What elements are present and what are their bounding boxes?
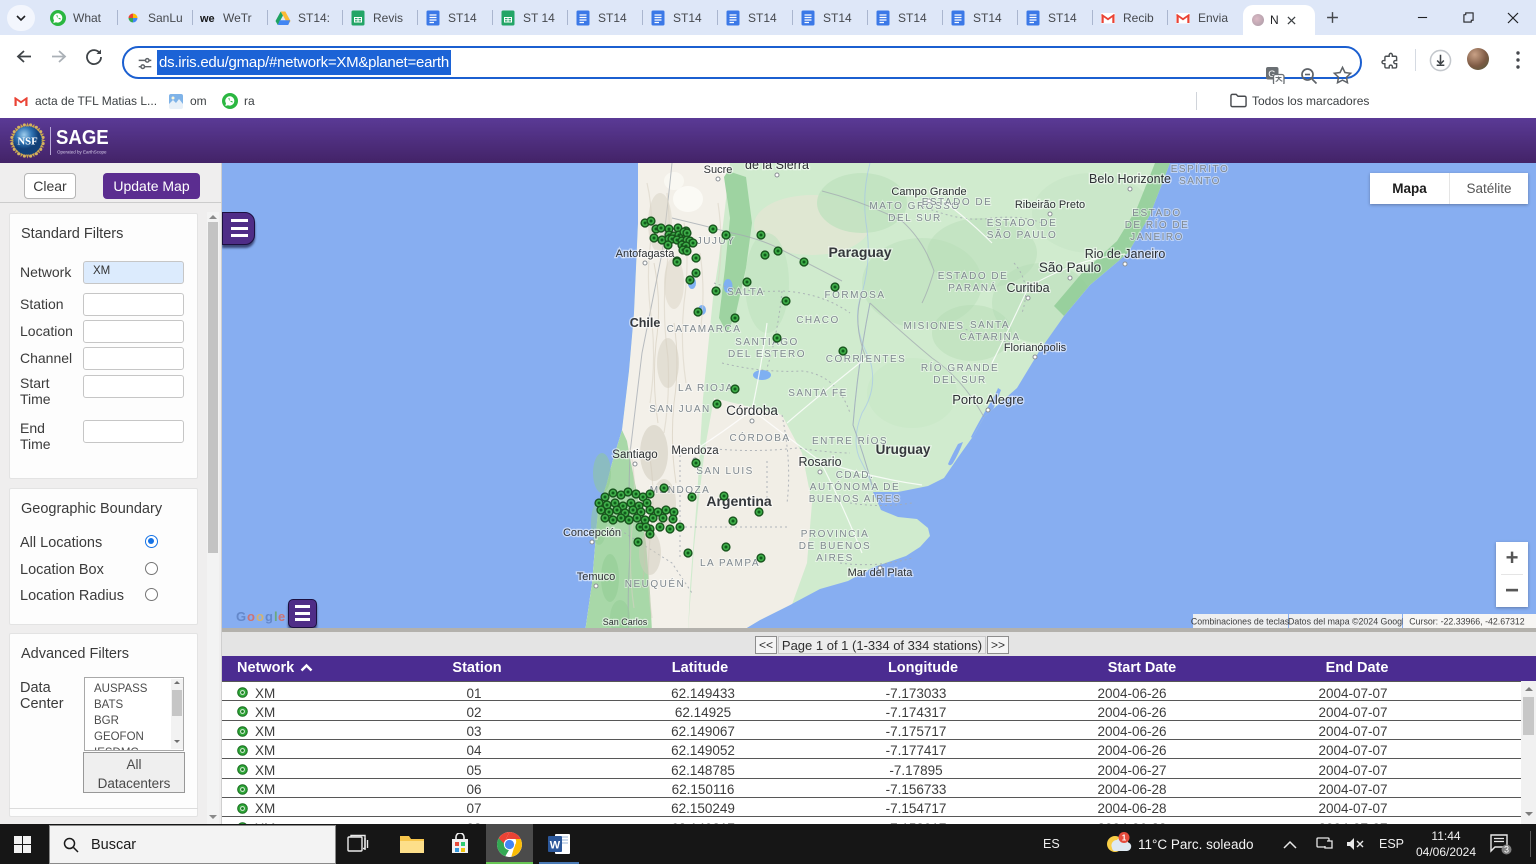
svg-text:o: o xyxy=(247,609,255,624)
svg-text:MENDOZA: MENDOZA xyxy=(650,485,711,496)
svg-text:LA PAMPA: LA PAMPA xyxy=(700,558,760,569)
svg-text:BUENOS AIRES: BUENOS AIRES xyxy=(809,494,901,505)
svg-text:SANTA: SANTA xyxy=(970,320,1010,331)
svg-text:LA RIOJA: LA RIOJA xyxy=(678,383,734,394)
svg-text:Chile: Chile xyxy=(630,316,661,330)
svg-text:CATAMARCA: CATAMARCA xyxy=(667,324,742,335)
svg-text:JANEIRO: JANEIRO xyxy=(1130,232,1184,243)
svg-text:CDAD.: CDAD. xyxy=(836,470,875,481)
svg-text:Florianópolis: Florianópolis xyxy=(1004,342,1067,354)
svg-text:DE BUENOS: DE BUENOS xyxy=(799,541,871,552)
svg-text:e: e xyxy=(278,609,285,624)
svg-text:ESTADO DE: ESTADO DE xyxy=(987,218,1058,229)
svg-text:PARANÁ: PARANÁ xyxy=(948,281,997,294)
svg-text:Santiago: Santiago xyxy=(612,449,657,461)
svg-text:W: W xyxy=(549,840,560,852)
svg-text:RÍO GRANDE: RÍO GRANDE xyxy=(921,361,999,374)
svg-text:Combinaciones de teclas: Combinaciones de teclas xyxy=(1191,617,1290,627)
svg-text:FORMOSA: FORMOSA xyxy=(824,290,885,301)
svg-text:Paraguay: Paraguay xyxy=(828,244,891,260)
svg-text:ESTADO DE: ESTADO DE xyxy=(922,197,993,208)
svg-text:ESTADO DE: ESTADO DE xyxy=(938,271,1009,282)
svg-text:Córdoba: Córdoba xyxy=(726,403,778,418)
svg-text:SAN JUAN: SAN JUAN xyxy=(649,404,710,415)
svg-text:SANTIAGO: SANTIAGO xyxy=(735,337,799,348)
svg-text:de la Sierra: de la Sierra xyxy=(745,163,809,172)
svg-text:Argentina: Argentina xyxy=(706,493,772,509)
svg-text:CORRIENTES: CORRIENTES xyxy=(826,354,907,365)
svg-text:NEUQUÉN: NEUQUÉN xyxy=(625,577,686,590)
svg-text:CATARINA: CATARINA xyxy=(959,332,1020,343)
svg-text:DE RÍO DE: DE RÍO DE xyxy=(1125,218,1190,231)
svg-text:AUTÓNOMA DE: AUTÓNOMA DE xyxy=(810,480,900,493)
svg-text:NSF: NSF xyxy=(17,135,38,147)
svg-text:Concepción: Concepción xyxy=(563,527,621,539)
svg-text:San Carlos: San Carlos xyxy=(603,617,648,627)
svg-text:ENTRE RÍOS: ENTRE RÍOS xyxy=(812,434,888,447)
svg-text:G: G xyxy=(236,609,246,624)
svg-text:Curitiba: Curitiba xyxy=(1006,281,1049,295)
svg-text:1: 1 xyxy=(1122,834,1127,843)
svg-text:Ribeirão Preto: Ribeirão Preto xyxy=(1015,199,1085,211)
svg-text:MISIONES: MISIONES xyxy=(904,321,965,332)
svg-text:ESTADO: ESTADO xyxy=(1132,208,1181,219)
svg-text:Rio de Janeiro: Rio de Janeiro xyxy=(1085,247,1166,261)
svg-text:Belo Horizonte: Belo Horizonte xyxy=(1089,172,1171,186)
svg-text:Datos del mapa ©2024 Googl: Datos del mapa ©2024 Googl xyxy=(1288,617,1404,627)
svg-text:SANTO: SANTO xyxy=(1179,176,1221,187)
svg-text:AIRES: AIRES xyxy=(816,553,854,564)
svg-text:3: 3 xyxy=(1504,845,1509,855)
svg-text:PROVINCIA: PROVINCIA xyxy=(801,529,870,540)
svg-text:Rosario: Rosario xyxy=(798,455,841,469)
svg-text:DEL SUR: DEL SUR xyxy=(888,213,941,224)
svg-text:CHACO: CHACO xyxy=(796,315,840,326)
svg-text:Mendoza: Mendoza xyxy=(671,445,719,457)
svg-text:Antofagasta: Antofagasta xyxy=(616,248,676,260)
svg-text:o: o xyxy=(256,609,264,624)
svg-text:g: g xyxy=(265,609,273,624)
svg-text:SAN LUIS: SAN LUIS xyxy=(696,466,754,477)
svg-text:DEL ESTERO: DEL ESTERO xyxy=(728,349,806,360)
svg-text:Porto Alegre: Porto Alegre xyxy=(952,392,1024,407)
svg-text:SÃO PAULO: SÃO PAULO xyxy=(987,228,1058,241)
svg-text:Sucre: Sucre xyxy=(704,164,733,176)
svg-text:DEL SUR: DEL SUR xyxy=(933,375,986,386)
svg-text:São Paulo: São Paulo xyxy=(1039,260,1101,275)
svg-text:SALTA: SALTA xyxy=(727,287,765,298)
svg-text:Cursor: -22.33966, -42.67312: Cursor: -22.33966, -42.67312 xyxy=(1409,617,1525,627)
svg-text:CÓRDOBA: CÓRDOBA xyxy=(729,431,790,444)
svg-text:SANTA FE: SANTA FE xyxy=(788,388,848,399)
svg-text:Temuco: Temuco xyxy=(577,571,616,583)
svg-text:ESPÍRITO: ESPÍRITO xyxy=(1171,163,1230,175)
svg-text:we: we xyxy=(200,13,215,25)
